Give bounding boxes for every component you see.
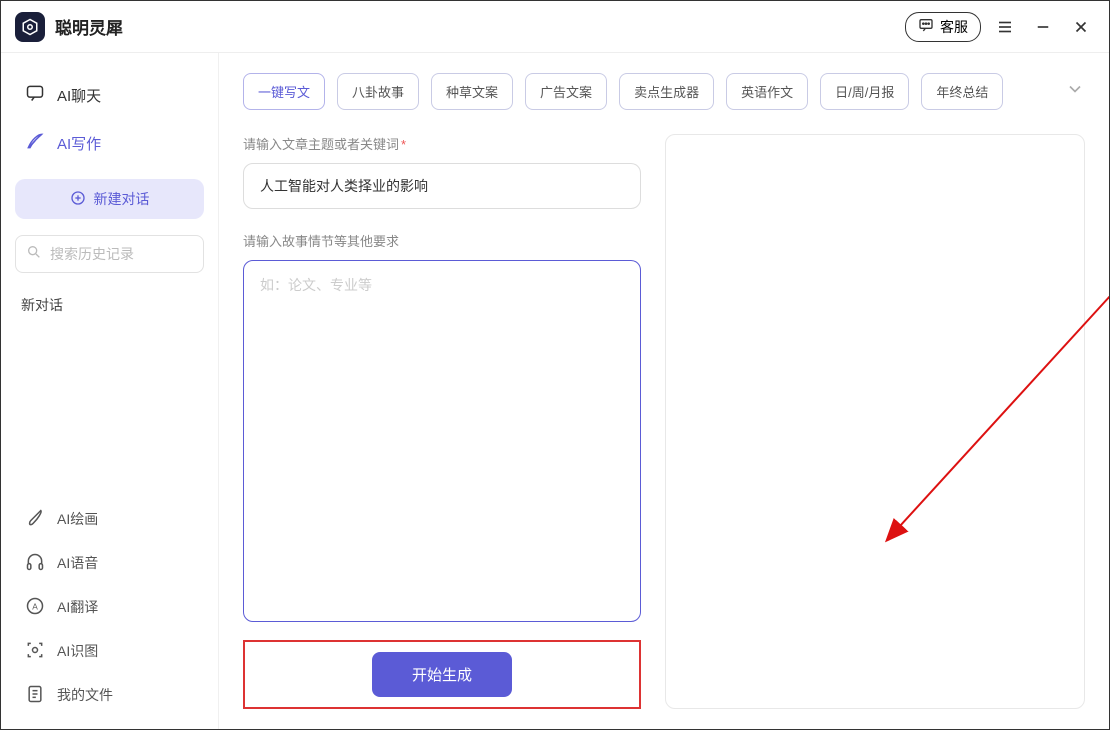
required-mark: * [401, 137, 406, 152]
pill-report[interactable]: 日/周/月报 [820, 73, 909, 110]
titlebar: 聪明灵犀 客服 [1, 1, 1109, 53]
headphones-icon [25, 552, 45, 575]
history-item[interactable]: 新对话 [11, 283, 208, 327]
customer-service-button[interactable]: 客服 [905, 12, 981, 42]
sidebar-item-label: AI绘画 [57, 509, 98, 529]
pill-yearend[interactable]: 年终总结 [921, 73, 1003, 110]
sidebar: AI聊天 AI写作 新建对话 新对话 AI绘画 [1, 53, 219, 729]
new-chat-label: 新建对话 [94, 189, 150, 209]
search-icon [26, 244, 42, 265]
search-box[interactable] [15, 235, 204, 273]
sidebar-item-label: 我的文件 [57, 685, 113, 705]
search-input[interactable] [50, 246, 231, 262]
sidebar-item-ocr[interactable]: AI识图 [11, 629, 208, 673]
chat-icon [918, 17, 934, 36]
topic-input[interactable] [243, 163, 641, 209]
app-logo [15, 12, 45, 42]
submit-highlight: 开始生成 [243, 640, 641, 709]
customer-service-label: 客服 [940, 17, 968, 37]
sidebar-item-voice[interactable]: AI语音 [11, 541, 208, 585]
file-icon [25, 684, 45, 707]
sidebar-item-draw[interactable]: AI绘画 [11, 497, 208, 541]
new-chat-button[interactable]: 新建对话 [15, 179, 204, 219]
sidebar-item-write[interactable]: AI写作 [11, 119, 208, 167]
category-pills: 一键写文 八卦故事 种草文案 广告文案 卖点生成器 英语作文 日/周/月报 年终… [243, 73, 1085, 110]
pill-onekey[interactable]: 一键写文 [243, 73, 325, 110]
extra-textarea[interactable] [243, 260, 641, 622]
extra-label: 请输入故事情节等其他要求 [243, 231, 641, 250]
menu-button[interactable] [991, 13, 1019, 41]
sidebar-item-label: AI聊天 [57, 85, 101, 106]
plus-circle-icon [70, 190, 86, 209]
svg-text:A: A [32, 601, 38, 611]
feather-icon [25, 131, 45, 155]
sidebar-item-chat[interactable]: AI聊天 [11, 71, 208, 119]
sidebar-item-label: AI语音 [57, 553, 98, 573]
sidebar-item-label: AI写作 [57, 133, 101, 154]
app-title: 聪明灵犀 [55, 14, 905, 39]
pill-selling[interactable]: 卖点生成器 [619, 73, 714, 110]
pill-ad[interactable]: 广告文案 [525, 73, 607, 110]
scan-icon [25, 640, 45, 663]
topic-label: 请输入文章主题或者关键词* [243, 134, 641, 153]
chat-bubble-icon [25, 83, 45, 107]
close-button[interactable] [1067, 13, 1095, 41]
generate-button[interactable]: 开始生成 [372, 652, 512, 697]
sidebar-item-translate[interactable]: A AI翻译 [11, 585, 208, 629]
sidebar-item-label: AI翻译 [57, 597, 98, 617]
sidebar-item-files[interactable]: 我的文件 [11, 673, 208, 717]
pill-english[interactable]: 英语作文 [726, 73, 808, 110]
expand-pills-button[interactable] [1065, 79, 1085, 104]
main-content: 一键写文 八卦故事 种草文案 广告文案 卖点生成器 英语作文 日/周/月报 年终… [219, 53, 1109, 729]
translate-icon: A [25, 596, 45, 619]
pill-gossip[interactable]: 八卦故事 [337, 73, 419, 110]
sidebar-item-label: AI识图 [57, 641, 98, 661]
brush-icon [25, 508, 45, 531]
minimize-button[interactable] [1029, 13, 1057, 41]
output-panel [665, 134, 1085, 709]
pill-seed[interactable]: 种草文案 [431, 73, 513, 110]
